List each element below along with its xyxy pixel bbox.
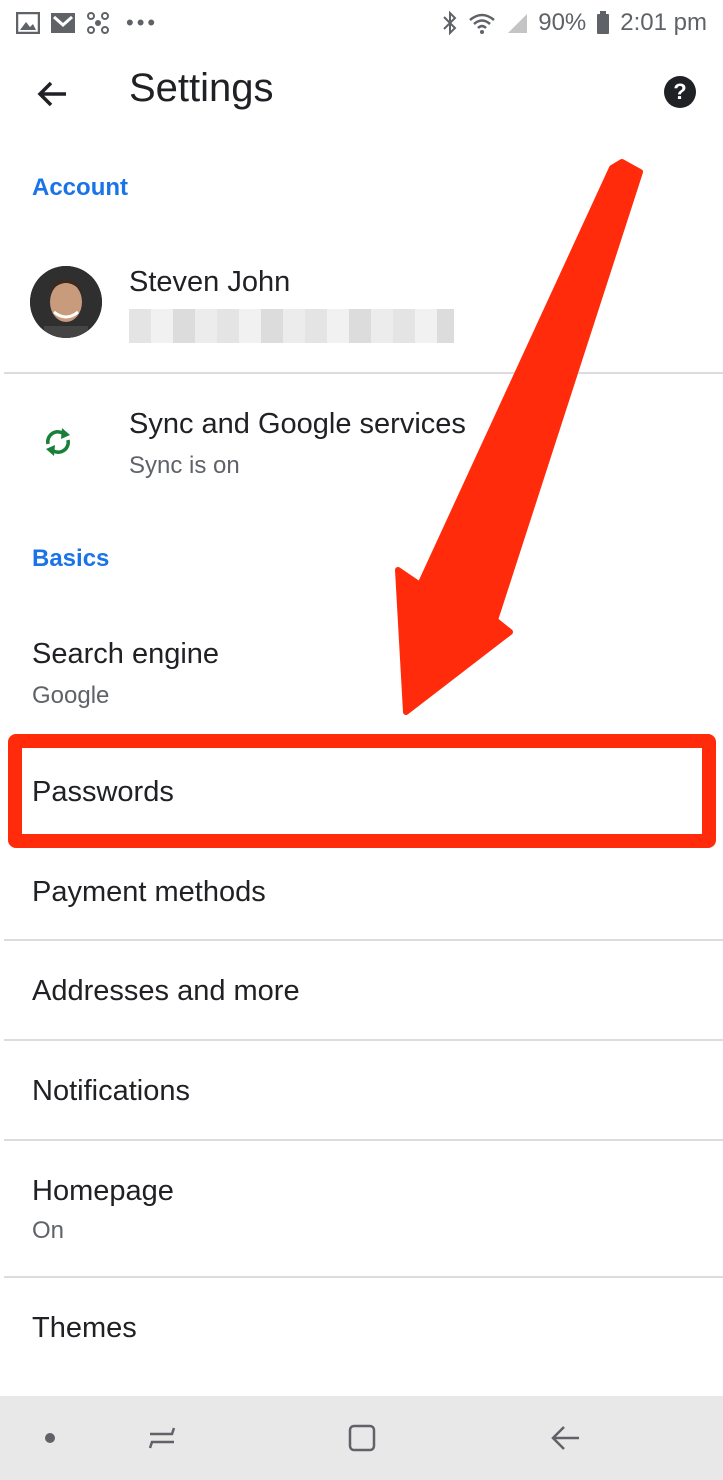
status-bar: ••• 90% 2:01 pm — [0, 0, 723, 46]
battery-percent: 90% — [538, 9, 587, 36]
help-icon[interactable]: ? — [664, 76, 696, 108]
search-engine-title: Search engine — [32, 638, 220, 670]
home-icon[interactable] — [342, 1418, 382, 1458]
gmail-icon — [50, 12, 76, 34]
network-icon — [86, 11, 110, 35]
payment-methods-title: Payment methods — [32, 876, 266, 908]
nav-dot-icon[interactable] — [30, 1418, 70, 1458]
wifi-icon — [468, 11, 496, 35]
notifications-row[interactable]: Notifications — [0, 1041, 723, 1139]
payment-methods-row[interactable]: Payment methods — [0, 848, 723, 940]
sync-subtitle: Sync is on — [129, 452, 240, 479]
addresses-title: Addresses and more — [32, 975, 300, 1007]
status-bar-right: 90% 2:01 pm — [442, 9, 707, 37]
sync-title: Sync and Google services — [129, 408, 466, 440]
search-engine-row[interactable]: Search engine Google — [0, 606, 723, 726]
sync-row[interactable]: Sync and Google services Sync is on — [0, 374, 723, 504]
more-dots-icon: ••• — [126, 10, 159, 35]
account-row[interactable]: Steven John — [0, 222, 723, 372]
homepage-subtitle: On — [32, 1217, 65, 1244]
blurred-email — [129, 309, 454, 343]
themes-row[interactable]: Themes — [0, 1278, 723, 1394]
recent-apps-icon[interactable] — [142, 1418, 182, 1458]
section-header-basics: Basics — [32, 545, 110, 572]
avatar — [30, 266, 102, 338]
system-nav-bar — [0, 1396, 723, 1480]
account-name: Steven John — [129, 266, 291, 298]
clock-time: 2:01 pm — [620, 9, 707, 36]
addresses-row[interactable]: Addresses and more — [0, 941, 723, 1039]
search-engine-subtitle: Google — [32, 682, 110, 709]
bluetooth-icon — [442, 10, 458, 36]
signal-icon — [506, 12, 528, 34]
gallery-icon — [16, 12, 40, 34]
battery-icon — [596, 11, 610, 35]
notifications-title: Notifications — [32, 1075, 190, 1107]
themes-title: Themes — [32, 1312, 137, 1344]
status-bar-left: ••• — [16, 10, 158, 36]
app-bar: Settings ? — [0, 46, 723, 138]
passwords-title: Passwords — [32, 776, 174, 808]
back-arrow-icon[interactable] — [30, 72, 74, 116]
section-header-account: Account — [32, 174, 128, 201]
back-nav-icon[interactable] — [545, 1418, 585, 1458]
passwords-row[interactable]: Passwords — [0, 740, 723, 844]
page-title: Settings — [129, 66, 274, 110]
settings-screen: ••• 90% 2:01 pm Settings ? Account Steve… — [0, 0, 723, 1480]
homepage-row[interactable]: Homepage On — [0, 1141, 723, 1275]
sync-icon — [40, 424, 76, 460]
homepage-title: Homepage — [32, 1175, 174, 1207]
